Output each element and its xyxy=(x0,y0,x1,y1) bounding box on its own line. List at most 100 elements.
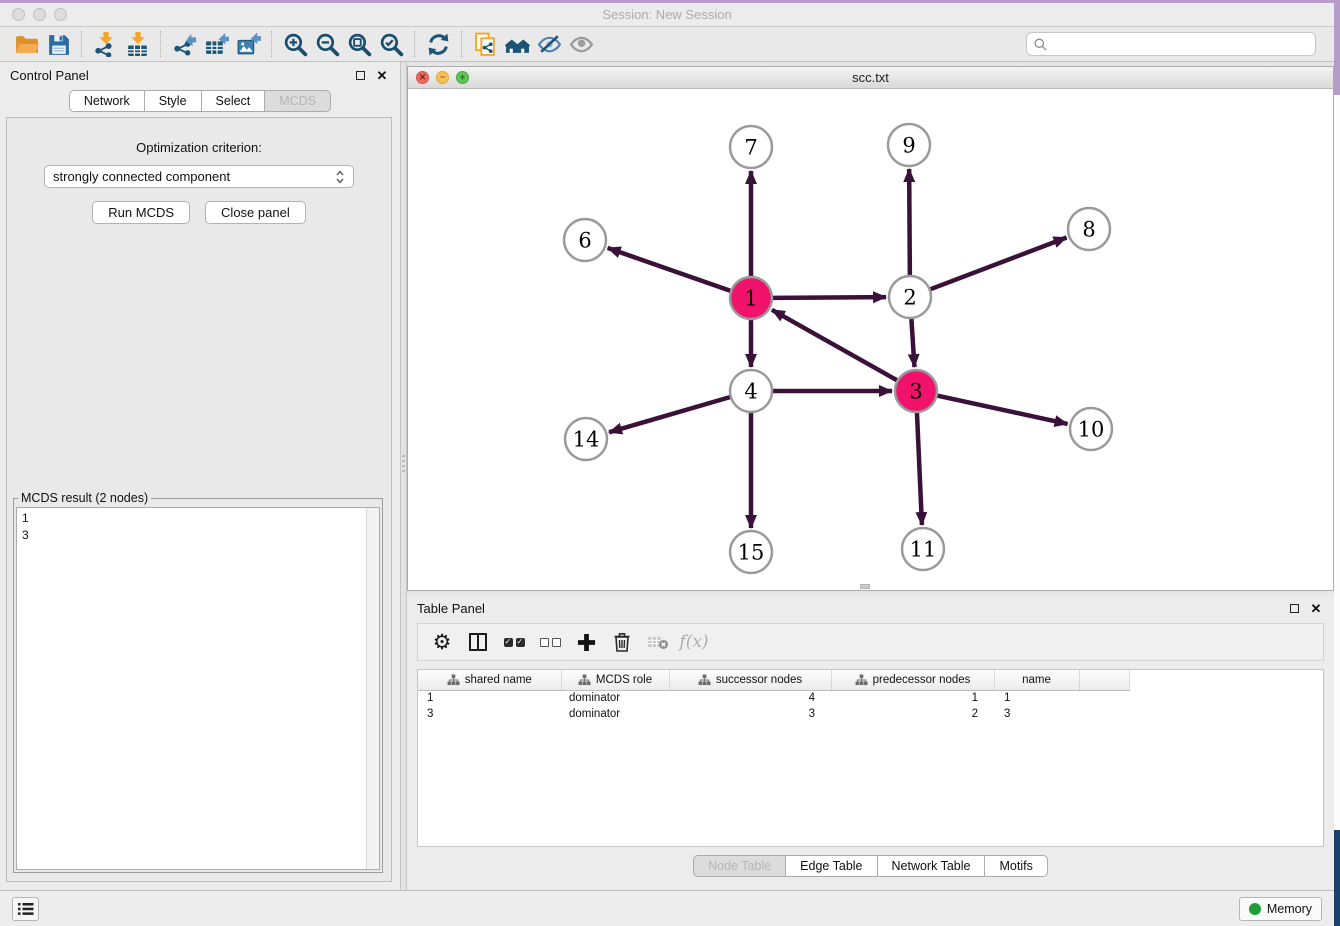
network-canvas[interactable]: 7968124314101511 xyxy=(408,89,1333,590)
table-cell[interactable]: dominator xyxy=(561,706,669,722)
delete-table-icon[interactable] xyxy=(640,627,676,657)
column-header-label: shared name xyxy=(465,674,532,686)
search-input[interactable] xyxy=(1052,37,1308,51)
graph-node-label: 9 xyxy=(902,134,915,158)
run-mcds-button[interactable]: Run MCDS xyxy=(92,201,190,224)
table-cell[interactable]: 4 xyxy=(669,690,831,706)
zoom-fit-icon[interactable] xyxy=(343,29,375,59)
desktop-edge-right xyxy=(1334,0,1340,926)
show-graphics-details-icon[interactable] xyxy=(565,29,597,59)
control-panel-title: Control Panel xyxy=(10,68,346,83)
trash-icon[interactable] xyxy=(604,627,640,657)
tab-style[interactable]: Style xyxy=(144,90,202,112)
graph-node-label: 14 xyxy=(573,428,600,452)
import-table-icon[interactable] xyxy=(121,29,153,59)
import-network-icon[interactable] xyxy=(89,29,121,59)
tab-motifs[interactable]: Motifs xyxy=(984,855,1047,877)
tab-edge-table[interactable]: Edge Table xyxy=(785,855,877,877)
export-table-icon[interactable] xyxy=(200,29,232,59)
tab-network-table[interactable]: Network Table xyxy=(877,855,986,877)
refresh-view-icon[interactable] xyxy=(422,29,454,59)
table-panel-title: Table Panel xyxy=(417,601,1280,616)
column-hierarchy-icon xyxy=(578,674,591,686)
node-table-container: shared name MCDS role successor nodes pr… xyxy=(417,669,1324,847)
graph-edge-1-6[interactable] xyxy=(608,248,731,291)
column-hierarchy-icon xyxy=(447,674,460,686)
table-cell[interactable]: 3 xyxy=(994,706,1079,722)
export-network-icon[interactable] xyxy=(168,29,200,59)
panel-splitter[interactable] xyxy=(400,62,407,890)
clone-network-icon[interactable] xyxy=(469,29,501,59)
table-cell[interactable]: dominator xyxy=(561,690,669,706)
table-tabbar: Node Table Edge Table Network Table Moti… xyxy=(407,855,1334,877)
graph-edge-2-3[interactable] xyxy=(911,319,914,367)
table-cell[interactable]: 3 xyxy=(669,706,831,722)
graph-edge-4-14[interactable] xyxy=(609,397,730,432)
toolbar-separator xyxy=(271,31,272,57)
network-window-titlebar[interactable]: ✕ − + scc.txt xyxy=(408,67,1333,89)
criterion-dropdown-value: strongly connected component xyxy=(53,169,335,184)
graph-edge-2-9[interactable] xyxy=(909,169,910,275)
zoom-in-icon[interactable] xyxy=(279,29,311,59)
gear-icon[interactable]: ⚙ xyxy=(424,627,460,657)
save-session-icon[interactable] xyxy=(42,29,74,59)
canvas-hscroll-thumb[interactable] xyxy=(860,584,870,589)
column-layout-icon[interactable] xyxy=(460,627,496,657)
table-row[interactable]: 1dominator411 xyxy=(418,690,1129,706)
table-cell[interactable]: 2 xyxy=(831,706,994,722)
graph-edge-1-2[interactable] xyxy=(773,297,886,298)
deselect-all-icon[interactable] xyxy=(532,627,568,657)
network-minimize-icon[interactable]: − xyxy=(436,71,449,84)
result-scrollbar[interactable] xyxy=(366,508,379,869)
table-header-row[interactable]: shared name MCDS role successor nodes pr… xyxy=(418,670,1129,690)
status-bar: Memory xyxy=(0,890,1334,926)
export-image-icon[interactable] xyxy=(232,29,264,59)
function-builder-icon[interactable]: f(x) xyxy=(676,627,712,657)
graph-node-label: 4 xyxy=(744,380,757,404)
criterion-dropdown[interactable]: strongly connected component xyxy=(44,165,354,188)
tab-network[interactable]: Network xyxy=(69,90,145,112)
network-maximize-icon[interactable]: + xyxy=(456,71,469,84)
memory-status-icon xyxy=(1249,903,1261,915)
graph-node-label: 2 xyxy=(903,286,916,310)
table-panel: Table Panel ✕ ⚙ xyxy=(407,595,1334,890)
toolbar-separator xyxy=(160,31,161,57)
float-table-panel-icon[interactable] xyxy=(1286,600,1302,616)
table-cell-filler xyxy=(1079,690,1129,706)
search-box[interactable] xyxy=(1026,32,1316,56)
column-header-label: name xyxy=(1022,674,1051,686)
float-panel-icon[interactable] xyxy=(352,67,368,83)
optimization-criterion-label: Optimization criterion: xyxy=(7,140,391,155)
zoom-out-icon[interactable] xyxy=(311,29,343,59)
graph-edge-2-8[interactable] xyxy=(931,238,1067,290)
table-cell[interactable]: 1 xyxy=(994,690,1079,706)
table-cell[interactable]: 1 xyxy=(418,690,561,706)
table-row[interactable]: 3dominator323 xyxy=(418,706,1129,722)
close-panel-icon[interactable]: ✕ xyxy=(374,67,390,83)
mcds-result-area[interactable]: 1 3 xyxy=(16,507,380,870)
network-close-icon[interactable]: ✕ xyxy=(416,71,429,84)
column-header-label: predecessor nodes xyxy=(873,674,971,686)
close-table-panel-icon[interactable]: ✕ xyxy=(1308,600,1324,616)
tab-node-table[interactable]: Node Table xyxy=(693,855,786,877)
network-overview-icon[interactable] xyxy=(501,29,533,59)
mcds-panel-body: Optimization criterion: strongly connect… xyxy=(6,117,392,882)
graph-edge-3-10[interactable] xyxy=(937,396,1067,424)
add-icon[interactable] xyxy=(568,627,604,657)
table-cell[interactable]: 1 xyxy=(831,690,994,706)
memory-button[interactable]: Memory xyxy=(1239,897,1322,921)
hide-graphics-details-icon[interactable] xyxy=(533,29,565,59)
window-titlebar: Session: New Session xyxy=(0,0,1334,27)
open-session-icon[interactable] xyxy=(10,29,42,59)
graph-edge-3-11[interactable] xyxy=(917,413,922,525)
select-all-icon[interactable] xyxy=(496,627,532,657)
column-header-label: successor nodes xyxy=(716,674,802,686)
zoom-selected-icon[interactable] xyxy=(375,29,407,59)
tab-select[interactable]: Select xyxy=(201,90,266,112)
task-history-button[interactable] xyxy=(12,897,39,921)
graph-node-label: 7 xyxy=(744,136,757,160)
tab-mcds[interactable]: MCDS xyxy=(264,90,331,112)
table-cell[interactable]: 3 xyxy=(418,706,561,722)
close-panel-button[interactable]: Close panel xyxy=(205,201,306,224)
graph-edge-3-1[interactable] xyxy=(772,310,897,380)
